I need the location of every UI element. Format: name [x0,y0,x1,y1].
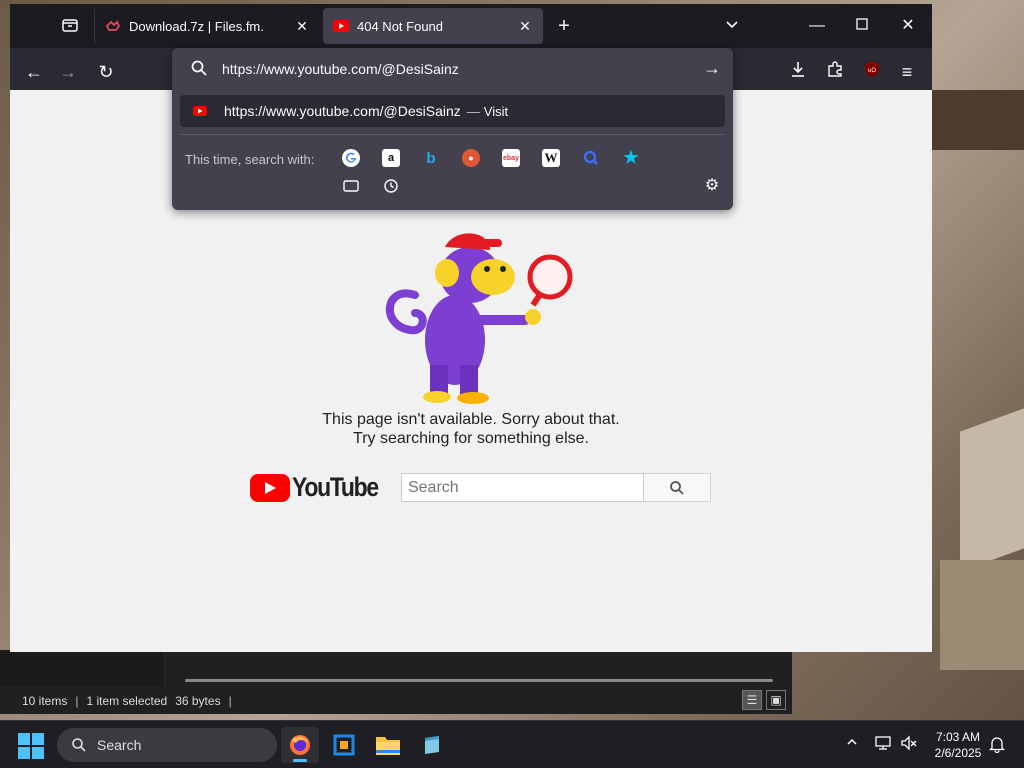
youtube-icon [192,105,208,117]
windows-start-icon[interactable] [18,733,44,759]
reload-icon[interactable]: ↻ [94,60,118,84]
url-suggestion-row[interactable]: https://www.youtube.com/@DesiSainz — Vis… [180,95,725,127]
address-bar: → [172,48,733,90]
tabs-icon[interactable] [342,177,360,195]
minimize-button[interactable]: — [805,14,829,38]
duckduckgo-icon[interactable]: ● [462,149,480,167]
file-explorer-window: 10 items | 1 item selected 36 bytes | ☰ … [0,650,792,714]
youtube-search-button[interactable] [643,473,711,502]
bing-icon[interactable]: b [422,149,440,167]
error-message: This page isn't available. Sorry about t… [10,410,932,448]
notebook-app-taskbar-icon[interactable] [413,727,451,763]
tab-404-not-found[interactable]: 404 Not Found ✕ [323,8,543,44]
hamburger-menu-icon[interactable]: ≡ [895,60,919,84]
dropdown-divider [180,134,725,135]
error-message-line-1: This page isn't available. Sorry about t… [322,411,620,428]
maximize-button[interactable] [850,14,874,38]
suggestion-url: https://www.youtube.com/@DesiSainz [224,103,461,119]
search-icon [72,738,86,752]
explorer-horizontal-scrollbar[interactable] [185,679,773,682]
explorer-nav-pane [0,650,165,686]
bookmarks-star-icon[interactable]: ★ [622,148,640,167]
amazon-icon[interactable]: a [382,149,400,167]
item-count: 10 items [22,694,68,708]
youtube-icon [333,18,349,34]
youtube-search-input[interactable] [400,473,644,502]
firefox-window: Download.7z | Files.fm. ✕ 404 Not Found … [10,4,932,652]
selection-size: 36 bytes [175,694,221,708]
ebay-icon[interactable]: ebay [502,149,520,167]
chevron-up-icon[interactable] [844,735,860,751]
tab-download-files-fm[interactable]: Download.7z | Files.fm. ✕ [94,8,320,44]
back-arrow-icon[interactable]: ← [22,60,46,84]
tab-title: Download.7z | Files.fm. [129,18,264,34]
selection-count: 1 item selected [86,694,168,708]
suggestion-separator: — [466,103,480,119]
explorer-status-bar: 10 items | 1 item selected 36 bytes | [22,694,232,708]
search-icon [670,480,684,495]
files-fm-icon [105,18,121,34]
clock-date: 2/6/2025 [934,746,982,760]
error-message-line-2: Try searching for something else. [353,430,589,447]
firefox-taskbar-icon[interactable] [281,727,319,763]
youtube-404-monkey-illustration [385,233,573,404]
search-with-label: This time, search with: [185,152,315,167]
tab-bar: Download.7z | Files.fm. ✕ 404 Not Found … [10,4,932,48]
taskbar-search-label: Search [97,737,142,753]
wikipedia-icon[interactable]: W [542,149,560,167]
close-tab-icon[interactable]: ✕ [517,18,533,35]
youtube-search-row: YouTube [250,472,711,503]
file-explorer-taskbar-icon[interactable] [369,727,407,763]
go-arrow-icon[interactable]: → [702,58,722,78]
forward-arrow-icon[interactable]: → [56,60,80,84]
network-icon[interactable] [874,734,892,752]
notification-bell-icon[interactable] [988,735,1006,753]
tab-title: 404 Not Found [357,18,444,34]
search-icon[interactable] [582,149,600,167]
address-bar-dropdown: → https://www.youtube.com/@DesiSainz — V… [172,48,733,210]
search-icon [191,60,207,76]
details-view-icon[interactable]: ☰ [742,690,762,710]
view-toggle: ☰ ▣ [742,690,786,710]
youtube-play-icon [250,473,290,502]
status-separator: | [75,694,79,708]
youtube-wordmark: YouTube [292,472,379,502]
svg-text:uO: uO [868,68,876,74]
tab-list-icon[interactable] [60,16,80,36]
downloads-icon[interactable] [786,60,810,84]
system-clock[interactable]: 7:03 AM 2/6/2025 [924,729,992,761]
ublock-origin-icon[interactable]: uO [860,60,884,84]
chevron-down-icon[interactable] [722,16,742,36]
status-separator: | [228,694,232,708]
close-window-button[interactable]: ✕ [896,14,920,38]
url-input[interactable] [222,58,682,80]
close-tab-icon[interactable]: ✕ [294,18,310,35]
virtualbox-taskbar-icon[interactable] [325,727,363,763]
windows-taskbar: Search 7:03 AM 2/6/2025 [0,720,1024,768]
history-icon[interactable] [382,177,400,195]
taskbar-search-box[interactable]: Search [57,728,277,762]
gear-icon[interactable]: ⚙ [702,176,722,196]
extensions-puzzle-icon[interactable] [823,60,847,84]
suggestion-action: Visit [483,103,509,119]
youtube-logo[interactable]: YouTube [250,472,393,503]
new-tab-icon[interactable]: + [554,16,574,36]
volume-muted-icon[interactable] [900,734,918,752]
large-icons-view-icon[interactable]: ▣ [766,690,786,710]
google-icon[interactable] [342,149,360,167]
clock-time: 7:03 AM [935,730,981,744]
